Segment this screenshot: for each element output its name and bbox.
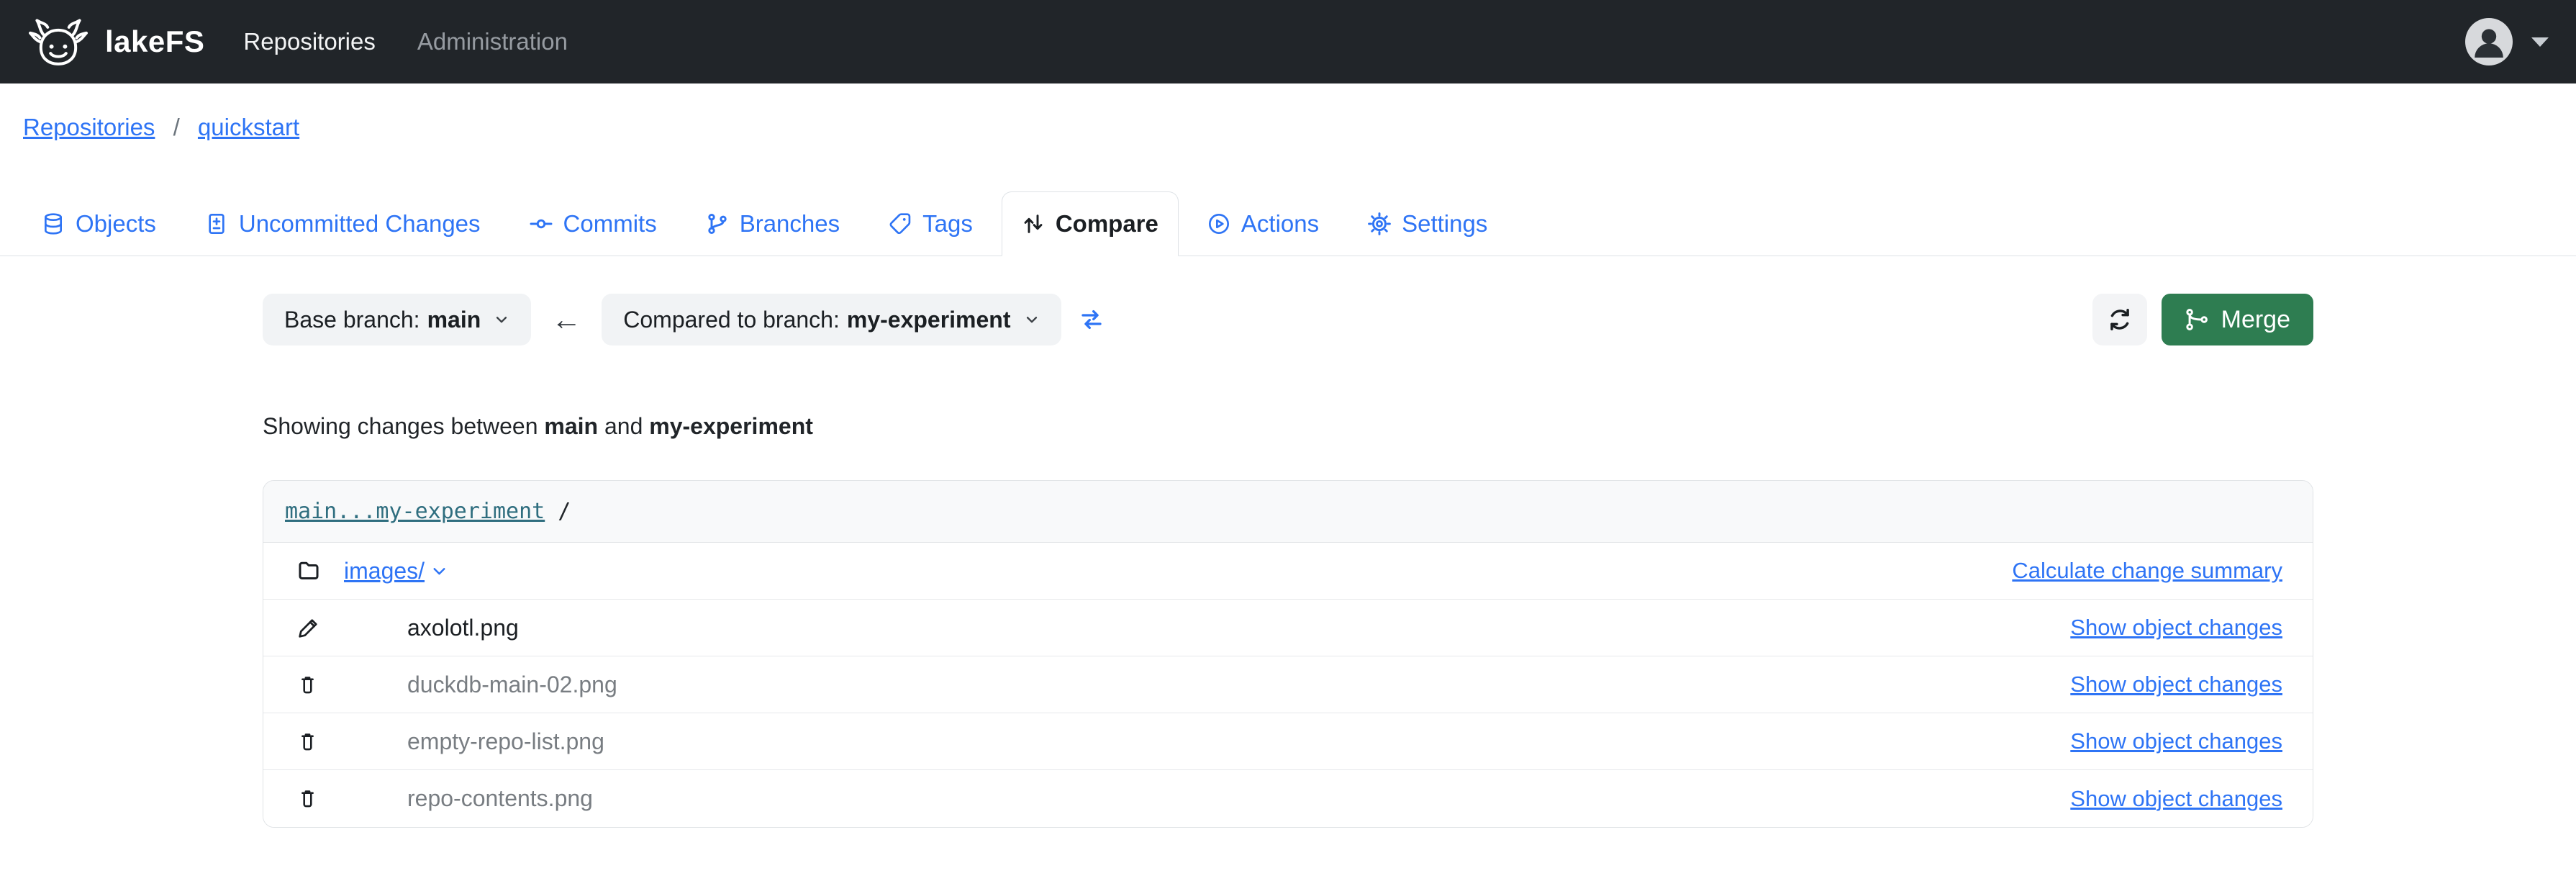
user-menu-button[interactable] xyxy=(2465,18,2549,65)
base-branch-dropdown[interactable]: Base branch: main xyxy=(263,294,532,345)
summary-compared-branch: my-experiment xyxy=(649,413,813,439)
breadcrumb-separator: / xyxy=(173,114,180,140)
trash-icon xyxy=(301,790,314,808)
table-row-file: duckdb-main-02.png Show object changes xyxy=(263,656,2313,713)
play-circle-icon xyxy=(1208,214,1229,234)
table-row-file: empty-repo-list.png Show object changes xyxy=(263,713,2313,770)
tab-tags[interactable]: Tags xyxy=(869,191,993,256)
file-name: duckdb-main-02.png xyxy=(407,671,617,697)
tab-uncommitted-changes[interactable]: Uncommitted Changes xyxy=(185,191,501,256)
tab-branches[interactable]: Branches xyxy=(686,191,860,256)
merge-button-label: Merge xyxy=(2221,305,2290,333)
tab-settings[interactable]: Settings xyxy=(1348,191,1507,256)
ref-path-header: main...my-experiment / xyxy=(263,481,2313,543)
compared-branch-dropdown[interactable]: Compared to branch: my-experiment xyxy=(602,294,1061,345)
show-object-changes-link[interactable]: Show object changes xyxy=(2070,786,2282,812)
table-row-file: axolotl.png Show object changes xyxy=(263,600,2313,656)
commit-icon xyxy=(530,219,552,229)
compare-icon xyxy=(1024,214,1043,233)
refresh-button[interactable] xyxy=(2092,294,2147,345)
brand-name: lakeFS xyxy=(105,24,205,58)
summary-prefix: Showing changes between xyxy=(263,413,545,439)
repo-tab-bar: Objects Uncommitted Changes Commits Bran… xyxy=(0,191,2576,256)
tab-label: Compare xyxy=(1055,210,1158,237)
base-branch-name: main xyxy=(427,306,481,333)
tab-compare[interactable]: Compare xyxy=(1001,191,1179,256)
merge-button[interactable]: Merge xyxy=(2161,294,2313,345)
breadcrumb-repo-link[interactable]: quickstart xyxy=(198,114,299,140)
compared-branch-name: my-experiment xyxy=(846,306,1011,333)
tab-label: Tags xyxy=(922,210,973,237)
tab-actions[interactable]: Actions xyxy=(1187,191,1339,256)
tab-label: Branches xyxy=(739,210,840,237)
git-merge-icon xyxy=(2185,309,2208,330)
gear-icon xyxy=(1368,212,1391,235)
summary-middle: and xyxy=(598,413,650,439)
trash-icon xyxy=(301,733,314,750)
pencil-icon xyxy=(299,618,317,638)
compare-controls: Base branch: main ← Compared to branch: … xyxy=(263,294,2313,345)
calculate-change-summary-link[interactable]: Calculate change summary xyxy=(2012,558,2282,584)
brand[interactable]: lakeFS xyxy=(27,14,204,69)
changes-card: main...my-experiment / images/ Calculate … xyxy=(263,480,2313,828)
chevron-down-icon xyxy=(496,317,507,323)
tab-label: Settings xyxy=(1402,210,1488,237)
refresh-icon xyxy=(2110,308,2129,331)
file-name: empty-repo-list.png xyxy=(407,728,604,754)
show-object-changes-link[interactable]: Show object changes xyxy=(2070,615,2282,641)
tab-label: Actions xyxy=(1241,210,1320,237)
path-suffix: / xyxy=(558,499,571,524)
lakefs-logo-icon xyxy=(29,19,88,65)
swap-branches-button[interactable] xyxy=(1079,307,1105,333)
chevron-down-icon xyxy=(433,567,445,574)
folder-icon xyxy=(299,561,319,579)
table-row-folder: images/ Calculate change summary xyxy=(263,543,2313,600)
nav-item-administration[interactable]: Administration xyxy=(417,28,568,55)
tab-commits[interactable]: Commits xyxy=(509,191,677,256)
show-object-changes-link[interactable]: Show object changes xyxy=(2070,672,2282,697)
summary-base-branch: main xyxy=(544,413,599,439)
tab-label: Objects xyxy=(76,210,156,237)
file-name: repo-contents.png xyxy=(407,785,593,811)
tab-label: Uncommitted Changes xyxy=(238,210,481,237)
changes-summary-text: Showing changes between main and my-expe… xyxy=(263,413,2313,440)
table-row-file: repo-contents.png Show object changes xyxy=(263,770,2313,827)
breadcrumb: Repositories / quickstart xyxy=(0,83,2576,153)
show-object-changes-link[interactable]: Show object changes xyxy=(2070,728,2282,754)
chevron-down-icon xyxy=(2531,37,2549,47)
swap-icon xyxy=(1081,310,1102,330)
tag-icon xyxy=(889,213,911,235)
arrow-left-icon: ← xyxy=(551,302,582,336)
file-diff-icon xyxy=(209,214,225,234)
folder-link[interactable]: images/ xyxy=(344,558,448,584)
person-icon xyxy=(2475,29,2503,58)
database-icon xyxy=(45,213,62,235)
nav-item-repositories[interactable]: Repositories xyxy=(243,28,375,55)
tab-label: Commits xyxy=(563,210,657,237)
avatar xyxy=(2465,18,2513,65)
branch-icon xyxy=(708,213,727,235)
file-name: axolotl.png xyxy=(407,614,519,641)
ref-compare-link[interactable]: main...my-experiment xyxy=(285,499,545,524)
base-branch-prefix: Base branch: xyxy=(284,306,420,333)
breadcrumb-repositories-link[interactable]: Repositories xyxy=(23,114,155,140)
nav-links: Repositories Administration xyxy=(243,28,568,55)
trash-icon xyxy=(301,676,314,693)
top-navbar: lakeFS Repositories Administration xyxy=(0,0,2576,83)
folder-name: images/ xyxy=(344,557,425,584)
chevron-down-icon xyxy=(1026,317,1037,323)
tab-objects[interactable]: Objects xyxy=(22,191,176,256)
compared-branch-prefix: Compared to branch: xyxy=(623,306,840,333)
